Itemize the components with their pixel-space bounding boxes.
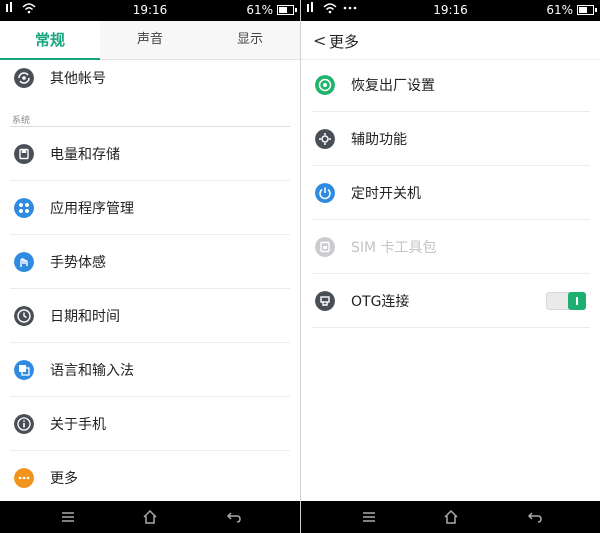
language-icon: [14, 360, 34, 380]
navigation-bar: [301, 501, 600, 533]
menu-icon[interactable]: [60, 509, 76, 525]
settings-item-label: 更多: [50, 471, 78, 487]
more-icon: [14, 468, 34, 488]
clock-icon: [14, 306, 34, 326]
reset-icon: [315, 75, 335, 95]
settings-item-about-phone[interactable]: 关于手机: [0, 397, 300, 451]
settings-item-more[interactable]: 更多: [0, 451, 300, 505]
home-icon[interactable]: [142, 509, 158, 525]
otg-icon: [315, 291, 335, 311]
settings-item-sim-toolkit: SIM 卡工具包: [301, 220, 600, 274]
back-icon[interactable]: [226, 509, 242, 525]
settings-item-label: 其他帐号: [50, 71, 106, 87]
settings-item-gestures[interactable]: 手势体感: [0, 235, 300, 289]
menu-icon[interactable]: [361, 509, 377, 525]
settings-item-scheduled-power[interactable]: 定时开关机: [301, 166, 600, 220]
row-divider: [311, 327, 590, 328]
settings-item-other-accounts[interactable]: 其他帐号: [0, 51, 300, 105]
settings-item-app-management[interactable]: 应用程序管理: [0, 181, 300, 235]
battery-icon: [577, 5, 597, 15]
settings-item-label: 电量和存储: [50, 147, 120, 163]
settings-item-label: 日期和时间: [50, 309, 120, 325]
section-header-system: 系统: [12, 116, 31, 126]
settings-item-accessibility[interactable]: 辅助功能: [301, 112, 600, 166]
toggle-knob: [568, 292, 586, 310]
gesture-icon: [14, 252, 34, 272]
settings-item-date-time[interactable]: 日期和时间: [0, 289, 300, 343]
otg-toggle[interactable]: [546, 292, 586, 310]
battery-percent: 61%: [546, 3, 573, 17]
storage-icon: [14, 144, 34, 164]
settings-item-label: 关于手机: [50, 417, 106, 433]
settings-item-label: 恢复出厂设置: [351, 78, 435, 94]
settings-item-language-input[interactable]: 语言和输入法: [0, 343, 300, 397]
status-bar: 19:16 61%: [301, 0, 600, 21]
info-icon: [14, 414, 34, 434]
settings-item-label: 语言和输入法: [50, 363, 134, 379]
settings-item-factory-reset[interactable]: 恢复出厂设置: [301, 58, 600, 112]
settings-item-label: 定时开关机: [351, 186, 421, 202]
battery-indicator: 61%: [246, 3, 297, 17]
settings-item-battery-storage[interactable]: 电量和存储: [0, 127, 300, 181]
back-icon[interactable]: [527, 509, 543, 525]
settings-item-label: 辅助功能: [351, 132, 407, 148]
battery-icon: [277, 5, 297, 15]
settings-item-label: 应用程序管理: [50, 201, 134, 217]
page-title: 更多: [329, 33, 360, 51]
navigation-bar: [0, 501, 300, 533]
page-header: < 更多: [301, 21, 600, 60]
status-bar: 19:16 61%: [0, 0, 300, 21]
battery-percent: 61%: [246, 3, 273, 17]
sim-toolkit-icon: [315, 237, 335, 257]
home-icon[interactable]: [443, 509, 459, 525]
account-sync-icon: [14, 68, 34, 88]
back-button[interactable]: <: [313, 31, 326, 50]
accessibility-icon: [315, 129, 335, 149]
settings-item-label: SIM 卡工具包: [351, 240, 437, 256]
settings-item-label: 手势体感: [50, 255, 106, 271]
settings-item-label: OTG连接: [351, 294, 410, 310]
apps-icon: [14, 198, 34, 218]
battery-indicator: 61%: [546, 3, 597, 17]
settings-item-otg[interactable]: OTG连接: [301, 274, 600, 328]
settings-more-screen: 19:16 61% < 更多 恢复出厂设置 辅助功能 定时开关机 SIM 卡工具…: [300, 0, 600, 533]
scheduled-power-icon: [315, 183, 335, 203]
settings-general-screen: 19:16 61% 常规 声音 显示 其他帐号 系统 电量和存储 应用程序管理 …: [0, 0, 300, 533]
